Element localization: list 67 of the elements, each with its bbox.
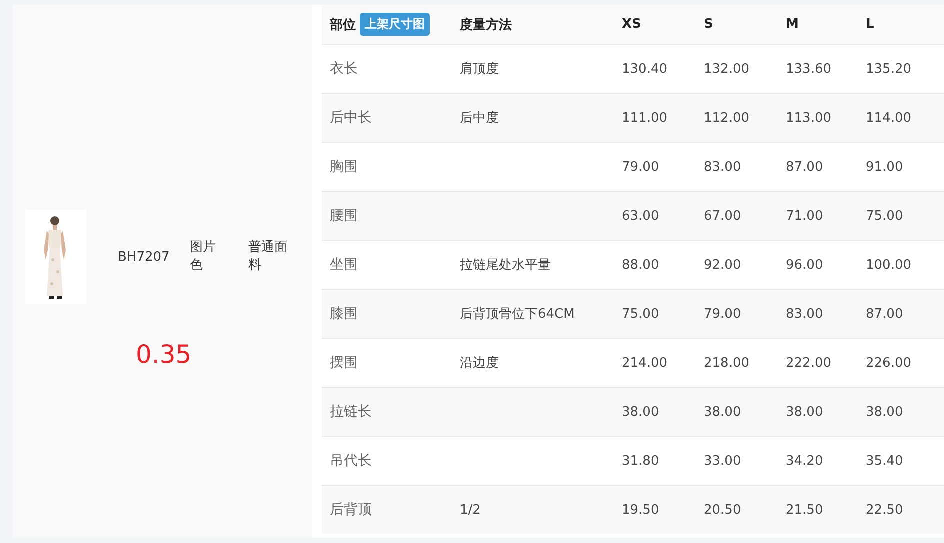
table-cell: 87.00 <box>786 160 824 174</box>
column-header: XS <box>622 17 642 32</box>
fabric-text: 普通面料 <box>248 239 289 275</box>
column-header: L <box>866 17 874 32</box>
table-cell-text: 后背顶骨位下64CM <box>460 306 575 323</box>
table-cell: 79.00 <box>704 306 742 322</box>
table-cell-text: 后中度 <box>460 110 499 127</box>
column-header: 部位 <box>330 16 356 34</box>
table-cell-text: 沿边度 <box>460 355 499 372</box>
table-cell: 衣长 <box>330 60 358 78</box>
column-header: M <box>786 17 799 32</box>
table-cell: 38.00 <box>704 404 742 420</box>
table-cell: 摆围 <box>330 354 358 372</box>
table-cell: 75.00 <box>866 208 904 224</box>
table-cell: 38.00 <box>866 404 904 420</box>
table-cell: 88.00 <box>622 258 660 272</box>
table-cell: 1/2 <box>460 502 481 518</box>
table-cell: 83.00 <box>704 160 742 174</box>
table-cell: 114.00 <box>866 110 912 126</box>
table-cell: 胸围 <box>330 158 358 176</box>
table-cell: 22.50 <box>866 502 904 518</box>
table-cell: 135.20 <box>866 62 912 76</box>
column-header: S <box>704 17 714 32</box>
table-cell: 75.00 <box>622 306 660 322</box>
table-cell: 19.50 <box>622 502 660 518</box>
table-cell: 吊代长 <box>330 452 372 470</box>
table-cell: 坐围 <box>330 256 358 274</box>
size-chart-button[interactable]: 上架尺寸图 <box>360 13 430 36</box>
table-cell: 113.00 <box>786 110 832 126</box>
table-cell: 132.00 <box>704 62 750 76</box>
product-code: BH7207 <box>118 250 171 264</box>
table-cell: 92.00 <box>704 258 742 272</box>
table-cell: 67.00 <box>704 208 742 224</box>
table-cell: 后背顶 <box>330 501 372 519</box>
table-cell: 膝围 <box>330 305 358 323</box>
table-cell-text: 肩顶度 <box>460 61 499 78</box>
table-cell: 38.00 <box>786 404 824 420</box>
table-cell: 79.00 <box>622 160 660 174</box>
color-text: 图片色 <box>190 239 217 275</box>
table-cell: 111.00 <box>622 110 668 126</box>
table-cell: 91.00 <box>866 160 904 174</box>
table-cell: 112.00 <box>704 110 750 126</box>
table-cell: 130.40 <box>622 62 668 76</box>
table-cell: 拉链长 <box>330 403 372 421</box>
table-cell: 后中长 <box>330 109 372 127</box>
table-cell: 21.50 <box>786 502 824 518</box>
table-cell: 31.80 <box>622 454 660 468</box>
annotation-text: 0.35 <box>136 340 193 369</box>
table-cell-text: 拉链尾处水平量 <box>460 257 551 274</box>
table-cell: 83.00 <box>786 306 824 322</box>
table-cell: 35.40 <box>866 454 904 468</box>
table-cell: 100.00 <box>866 258 912 272</box>
table-cell: 222.00 <box>786 356 832 370</box>
table-cell: 133.60 <box>786 62 832 76</box>
table-cell: 34.20 <box>786 454 824 468</box>
column-header: 度量方法 <box>460 16 512 34</box>
table-cell: 226.00 <box>866 356 912 370</box>
table-cell: 218.00 <box>704 356 750 370</box>
table-cell: 腰围 <box>330 207 358 225</box>
table-cell: 33.00 <box>704 454 742 468</box>
table-cell: 63.00 <box>622 208 660 224</box>
table-cell: 96.00 <box>786 258 824 272</box>
table-cell: 20.50 <box>704 502 742 518</box>
table-cell: 87.00 <box>866 306 904 322</box>
table-cell: 71.00 <box>786 208 824 224</box>
table-cell: 38.00 <box>622 404 660 420</box>
table-cell: 214.00 <box>622 356 668 370</box>
